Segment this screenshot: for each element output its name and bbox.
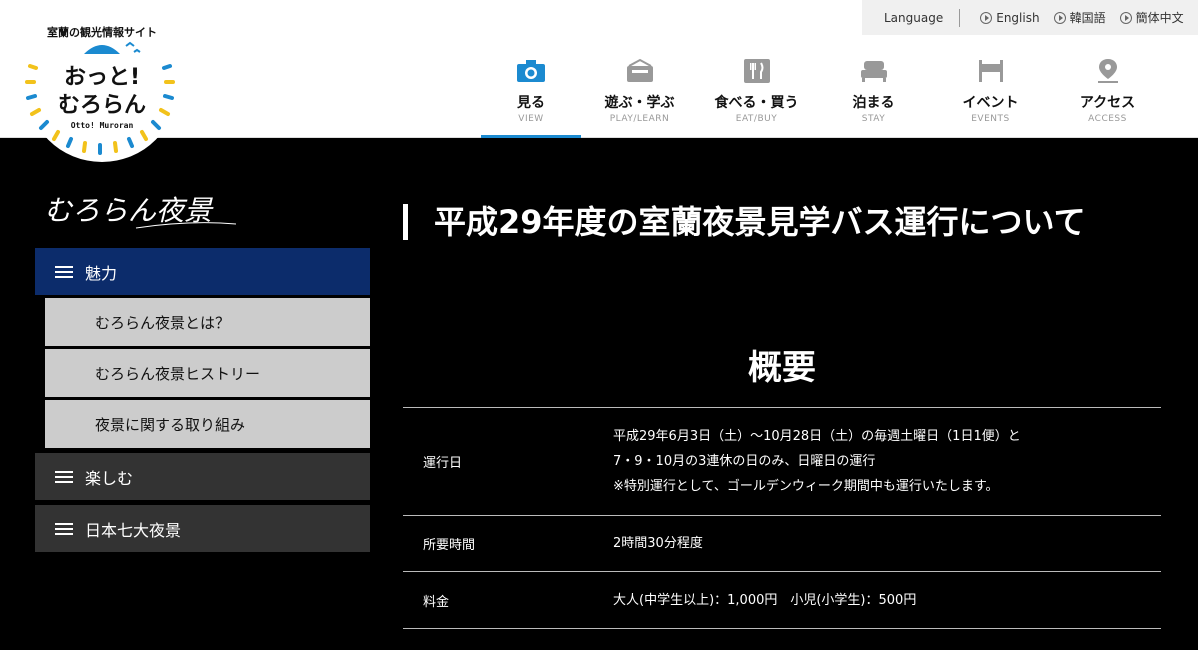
map-pin-icon xyxy=(1097,59,1118,83)
row-label: 運行日 xyxy=(423,456,463,471)
svg-text:むろらん: むろらん xyxy=(58,93,146,118)
nav-item-events[interactable]: イベント EVENTS xyxy=(932,52,1049,138)
bed-icon xyxy=(860,61,887,82)
sidebar-title: むろらん夜景 xyxy=(40,186,240,234)
sidebar-item-night-view-initiatives[interactable]: 夜景に関する取り組み xyxy=(45,400,370,448)
sidebar-category-seven-night-views[interactable]: 日本七大夜景 xyxy=(35,505,370,552)
play-learn-icon xyxy=(626,58,653,82)
nav-item-stay[interactable]: 泊まる STAY xyxy=(815,52,932,138)
camera-icon xyxy=(517,60,545,82)
site-logo[interactable]: 室蘭の観光情報サイト おっと! むろらん Otto! Muroran xyxy=(22,8,182,168)
nav-item-play-learn[interactable]: 遊ぶ・学ぶ PLAY/LEARN xyxy=(581,52,698,138)
page-title: 平成29年度の室蘭夜景見学バス運行について xyxy=(403,204,1143,240)
svg-text:Otto! Muroran: Otto! Muroran xyxy=(71,121,134,130)
nav-item-view[interactable]: 見る VIEW xyxy=(481,52,581,138)
table-row: 所要時間 2時間30分程度 xyxy=(403,516,1161,572)
language-chinese-link[interactable]: 簡体中文 xyxy=(1119,9,1184,26)
language-korean-link[interactable]: 韓国語 xyxy=(1053,9,1106,26)
row-value: 2時間30分程度 xyxy=(613,536,703,551)
svg-text:室蘭の観光情報サイト: 室蘭の観光情報サイト xyxy=(47,25,157,39)
logo-graphic: 室蘭の観光情報サイト おっと! むろらん Otto! Muroran xyxy=(25,10,178,162)
hamburger-icon xyxy=(55,522,73,535)
svg-text:おっと!: おっと! xyxy=(64,65,140,90)
sidebar-category-enjoy[interactable]: 楽しむ xyxy=(35,453,370,500)
row-value: 平成29年6月3日（土）～10月28日（土）の毎週土曜日（1日1便）と 7・9・… xyxy=(613,429,1021,494)
play-circle-icon xyxy=(980,11,993,24)
table-row: 料金 大人(中学生以上)：1,000円 小児(小学生)：500円 xyxy=(403,572,1161,629)
language-bar: Language English 韓国語 簡体中文 xyxy=(862,0,1198,35)
event-flag-icon xyxy=(978,60,1003,82)
info-table: 運行日 平成29年6月3日（土）～10月28日（土）の毎週土曜日（1日1便）と … xyxy=(403,407,1161,629)
global-nav: 見る VIEW 遊ぶ・学ぶ PLAY/LEARN 食べる・買う EAT/BUY … xyxy=(481,52,1166,138)
sidebar-menu: 魅力 むろらん夜景とは？ むろらん夜景ヒストリー 夜景に関する取り組み 楽しむ … xyxy=(35,248,370,557)
hamburger-icon xyxy=(55,265,73,278)
row-label: 所要時間 xyxy=(423,538,476,553)
language-separator xyxy=(959,8,961,27)
row-label: 料金 xyxy=(423,594,450,610)
nav-item-eat-buy[interactable]: 食べる・買う EAT/BUY xyxy=(698,52,815,138)
language-english-link[interactable]: English xyxy=(980,11,1040,25)
fork-knife-icon xyxy=(743,59,770,83)
language-label: Language xyxy=(884,10,944,25)
table-row: 運行日 平成29年6月3日（土）～10月28日（土）の毎週土曜日（1日1便）と … xyxy=(403,408,1161,516)
svg-text:むろらん夜景: むろらん夜景 xyxy=(44,194,214,227)
sidebar-category-charm[interactable]: 魅力 xyxy=(35,248,370,295)
hamburger-icon xyxy=(55,470,73,483)
section-heading: 概要 xyxy=(748,348,816,388)
nav-item-access[interactable]: アクセス ACCESS xyxy=(1049,52,1166,138)
sidebar-item-night-view-history[interactable]: むろらん夜景ヒストリー xyxy=(45,349,370,397)
sidebar-item-what-is-night-view[interactable]: むろらん夜景とは？ xyxy=(45,298,370,346)
play-circle-icon xyxy=(1053,11,1066,24)
row-value: 大人(中学生以上)：1,000円 小児(小学生)：500円 xyxy=(613,592,917,608)
play-circle-icon xyxy=(1119,11,1132,24)
